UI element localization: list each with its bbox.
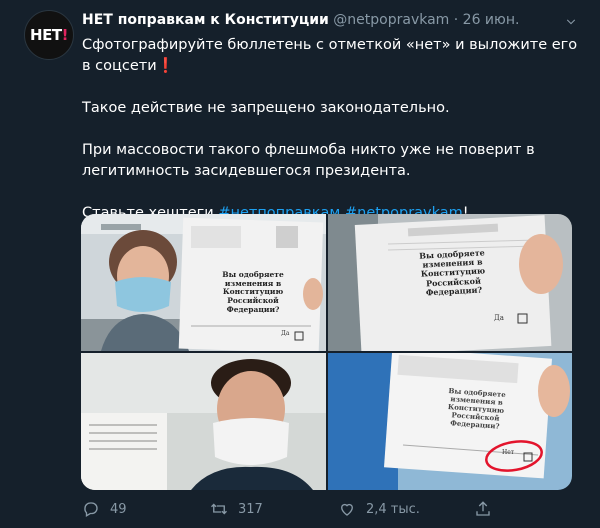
tweet-date[interactable]: 26 июн. (463, 12, 520, 28)
text-line3: При массовости такого флешмоба никто уже… (82, 142, 535, 179)
reply-icon (84, 502, 98, 517)
photo-1[interactable]: Вы одобряете изменения в Конституцию Рос… (81, 214, 326, 351)
reply-count: 49 (110, 501, 127, 517)
separator: · (453, 12, 459, 28)
ballot-question-4: Вы одобряете изменения в Конституцию Рос… (447, 386, 507, 431)
photo-4[interactable]: Вы одобряете изменения в Конституцию Рос… (328, 353, 572, 490)
photo-2[interactable]: Вы одобряете изменения в Конституцию Рос… (328, 214, 572, 351)
like-button[interactable]: 2,4 тыс. (338, 500, 420, 518)
photo-3[interactable] (81, 353, 326, 490)
like-count: 2,4 тыс. (366, 501, 420, 517)
ballot-no-4: Нет (502, 449, 515, 456)
ballot-yes-1: Да (281, 330, 290, 337)
media-grid: Вы одобряете изменения в Конституцию Рос… (81, 214, 572, 490)
share-icon (476, 501, 490, 516)
retweet-button[interactable]: 317 (210, 500, 263, 518)
avatar-text: НЕТ! (30, 26, 68, 44)
text-line2: Такое действие не запрещено законодатель… (82, 100, 450, 116)
heart-icon (341, 503, 353, 516)
ballot-question-1: Вы одобряете изменения в Конституцию Рос… (222, 270, 284, 314)
ballot-question-2: Вы одобряете изменения в Конституцию Рос… (419, 247, 486, 298)
reply-button[interactable]: 49 (82, 500, 127, 518)
share-button[interactable] (474, 500, 492, 518)
more-icon[interactable] (562, 12, 580, 34)
action-bar: 49 317 2,4 тыс. (0, 500, 600, 520)
ballot-yes-2: Да (494, 314, 504, 322)
avatar[interactable]: НЕТ! (24, 10, 74, 60)
author-handle[interactable]: @netpopravkam (333, 12, 449, 28)
tweet-header: НЕТ поправкам к Конституции @netpopravka… (82, 12, 519, 28)
exclamation-icon: ❗ (156, 58, 175, 74)
author-name[interactable]: НЕТ поправкам к Конституции (82, 12, 329, 28)
tweet[interactable]: НЕТ! НЕТ поправкам к Конституции @netpop… (0, 0, 600, 528)
retweet-icon (211, 503, 227, 515)
retweet-count: 317 (238, 501, 263, 517)
